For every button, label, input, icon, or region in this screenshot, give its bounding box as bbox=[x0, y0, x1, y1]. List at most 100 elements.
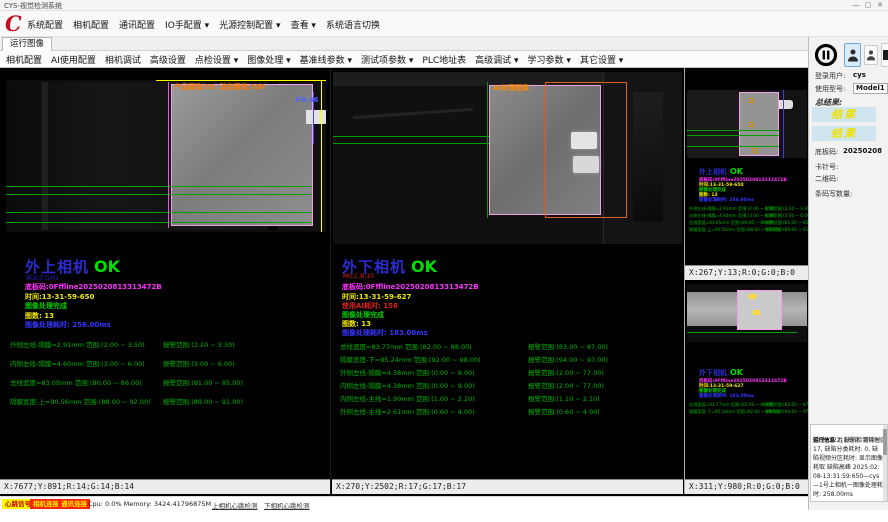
feature-marker bbox=[753, 148, 758, 153]
upper-camera-heartbeat-link[interactable]: 上相机心跳检测 bbox=[212, 500, 258, 510]
result-ok-text: OK bbox=[730, 167, 743, 176]
menu-io-config[interactable]: IO手配置 ▾ bbox=[165, 18, 209, 31]
camera-result-title: 外上相机OK bbox=[699, 167, 743, 177]
mini-upper-image[interactable] bbox=[687, 90, 807, 158]
model-select[interactable]: Model1 bbox=[853, 83, 888, 94]
tool-test-params[interactable]: 测试项参数 ▾ bbox=[361, 53, 413, 66]
pin-number-label: 卡针号: bbox=[815, 162, 838, 172]
user-login-button[interactable] bbox=[844, 43, 861, 67]
comm-connect-badge: 通讯连接 bbox=[58, 499, 90, 509]
bright-feature bbox=[571, 132, 597, 149]
texture-band bbox=[687, 90, 739, 158]
mini-upper-panel: 外上相机OK 底板码:0Fffline2025020813313472B 时间:… bbox=[684, 68, 808, 280]
overlay-tag-text: FB.46 bbox=[296, 96, 319, 104]
user-manage-button[interactable] bbox=[864, 45, 878, 65]
measure-value: 内侧左线-主线=1.90mm 范围:(1.00 ~ 2.20) bbox=[340, 393, 475, 403]
product-region bbox=[171, 84, 313, 226]
tool-spot-check[interactable]: 点检设置 ▾ bbox=[195, 53, 238, 66]
measure-value: 总线宽度=83.77mm 范围:(82.00 ~ 88.00) bbox=[689, 402, 774, 408]
alarm-range: 报警范围:(94.00 ~ 97.00) bbox=[528, 354, 608, 364]
info-log-text: 耗时: 222, 缺陷检测耗时: 17, 缺陷分类耗时: 0, 缺陷视频分区耗时… bbox=[813, 436, 883, 499]
alarm-range: 报警范围:(2.20 ~ 3.30) bbox=[765, 206, 811, 212]
tab-bar: 运行图像 bbox=[0, 37, 808, 51]
measure-value: 内侧左线-隔膜=4.60mm 范围:(3.00 ~ 6.00) bbox=[689, 213, 776, 219]
menu-items: 系统配置 相机配置 通讯配置 IO手配置 ▾ 光源控制配置 ▾ 查看 ▾ 系统语… bbox=[27, 11, 380, 37]
user-icon bbox=[847, 48, 859, 62]
alarm-range: 报警范围:(3.00 ~ 6.00) bbox=[163, 358, 235, 368]
maximize-button[interactable]: ▢ bbox=[862, 1, 874, 9]
minimize-button[interactable]: — bbox=[850, 1, 862, 9]
measure-line bbox=[6, 222, 312, 223]
process-time-text: 图像处理耗时: 183.00ms bbox=[699, 393, 754, 399]
measure-line bbox=[687, 332, 797, 333]
alarm-range: 报警范围:(0.60 ~ 4.00) bbox=[528, 406, 600, 416]
tab-run-image[interactable]: 运行图像 bbox=[2, 37, 52, 51]
process-time-text: 图像处理耗时: 256.00ms bbox=[699, 197, 754, 203]
info-scrollbar[interactable] bbox=[883, 425, 887, 501]
lower-camera-image[interactable]: AI处理图像 bbox=[333, 72, 682, 244]
measure-line bbox=[6, 186, 312, 187]
measure-value: 总线宽度=83.05mm 范围:(80.00 ~ 86.00) bbox=[689, 220, 774, 226]
threshold-overlay-text: 产品阈值:93, 动态阈值:100 bbox=[174, 82, 265, 92]
user-icon bbox=[866, 49, 876, 61]
measure-value: 总线宽度=83.77mm 范围:(82.00 ~ 88.00) bbox=[340, 341, 472, 351]
alarm-range: 报警范围:(1.10 ~ 2.10) bbox=[528, 393, 600, 403]
measure-line bbox=[687, 130, 779, 131]
connector-tab bbox=[306, 110, 326, 124]
ai-detect-box bbox=[545, 82, 627, 218]
tool-camera-debug[interactable]: 相机调试 bbox=[105, 53, 141, 66]
board-code-text: 底板码:0Fffline2025020813313472B bbox=[342, 282, 479, 292]
menu-system-config[interactable]: 系统配置 bbox=[27, 18, 63, 31]
cursor-status-bar: X:270;Y:2502;R:17;G:17;B:17 bbox=[332, 479, 683, 494]
lower-camera-heartbeat-link[interactable]: 下相机心跳检测 bbox=[264, 500, 310, 510]
pause-button[interactable] bbox=[813, 42, 839, 68]
menu-comm-config[interactable]: 通讯配置 bbox=[119, 18, 155, 31]
alarm-range: 报警范围:(89.00 ~ 91.00) bbox=[163, 396, 243, 406]
alarm-range: 报警范围:(2.20 ~ 3.30) bbox=[163, 339, 235, 349]
guide-line-yellow bbox=[156, 80, 326, 81]
window-title: CYS-视觉检测系统 bbox=[4, 1, 62, 11]
process-time-text: 图像处理耗时: 256.00ms bbox=[25, 320, 111, 330]
measure-value: 外侧左线-主线=2.61mm 范围:(0.60 ~ 4.00) bbox=[340, 406, 475, 416]
tool-ai-use-config[interactable]: AI使用配置 bbox=[51, 53, 96, 66]
model-label: 使用型号: bbox=[815, 84, 845, 94]
window-titlebar: CYS-视觉检测系统 — ▢ ✕ bbox=[0, 0, 888, 11]
tool-other-settings[interactable]: 其它设置 ▾ bbox=[580, 53, 623, 66]
mini-lower-panel: 外下相机OK 底板码:0Fffline2025020813313472B 时间:… bbox=[684, 280, 808, 494]
close-button[interactable]: ✕ bbox=[874, 1, 886, 9]
tool-baseline-params[interactable]: 基准线参数 ▾ bbox=[300, 53, 352, 66]
tool-image-processing[interactable]: 图像处理 ▾ bbox=[247, 53, 290, 66]
feature-marker bbox=[749, 122, 754, 127]
measure-value: 总线宽度=83.05mm 范围:(80.00 ~ 86.00) bbox=[10, 377, 142, 387]
tool-advanced-settings[interactable]: 高级设置 bbox=[150, 53, 186, 66]
camera-name: 外下相机 bbox=[699, 369, 727, 377]
measure-value: 内侧左线-隔膜=4.38mm 范围:(0.00 ~ 9.00) bbox=[340, 380, 475, 390]
upper-camera-image[interactable]: 产品阈值:93, 动态阈值:100 FB.46 bbox=[6, 80, 326, 232]
camera-result-title: 外下相机OK bbox=[699, 368, 743, 378]
tool-camera-config[interactable]: 相机配置 bbox=[6, 53, 42, 66]
menu-language-switch[interactable]: 系统语言切换 bbox=[326, 18, 380, 31]
tool-plc-address[interactable]: PLC地址表 bbox=[422, 53, 466, 66]
feature-marker bbox=[753, 310, 760, 315]
cursor-status-bar: X:7677;Y:891;R:14;G:14;B:14 bbox=[0, 479, 330, 494]
result-ok-text: OK bbox=[94, 257, 120, 276]
result-box-lower: 结果 bbox=[812, 126, 876, 141]
alarm-range: 报警范围:(2.00 ~ 77.00) bbox=[528, 367, 604, 377]
qr-code-label: 二维码: bbox=[815, 174, 838, 184]
main-area: 产品阈值:93, 动态阈值:100 FB.46 外上相机OK 输出点位M1 底板… bbox=[0, 68, 808, 496]
mini-lower-image[interactable] bbox=[687, 284, 807, 342]
status-bar: 心跳信号 相机连接 通讯连接 Cpu: 0.0% Memory: 3424.41… bbox=[0, 496, 808, 510]
upper-camera-panel: 产品阈值:93, 动态阈值:100 FB.46 外上相机OK 输出点位M1 底板… bbox=[0, 68, 331, 494]
menu-view[interactable]: 查看 ▾ bbox=[291, 18, 316, 31]
exit-button[interactable] bbox=[881, 43, 888, 67]
texture-band bbox=[353, 108, 473, 119]
tool-advanced-debug[interactable]: 高级调试 ▾ bbox=[475, 53, 518, 66]
alarm-range: 报警范围:(81.00 ~ 85.00) bbox=[163, 377, 243, 387]
menu-camera-config[interactable]: 相机配置 bbox=[73, 18, 109, 31]
cpu-memory-text: Cpu: 0.0% Memory: 3424.41796875M bbox=[88, 500, 211, 508]
scrollbar-thumb[interactable] bbox=[883, 429, 887, 455]
menu-light-config[interactable]: 光源控制配置 ▾ bbox=[219, 18, 280, 31]
tool-learning-params[interactable]: 学习参数 ▾ bbox=[528, 53, 571, 66]
app-logo-icon: C bbox=[5, 11, 22, 37]
process-time-text: 图像处理耗时: 183.00ms bbox=[342, 328, 428, 338]
